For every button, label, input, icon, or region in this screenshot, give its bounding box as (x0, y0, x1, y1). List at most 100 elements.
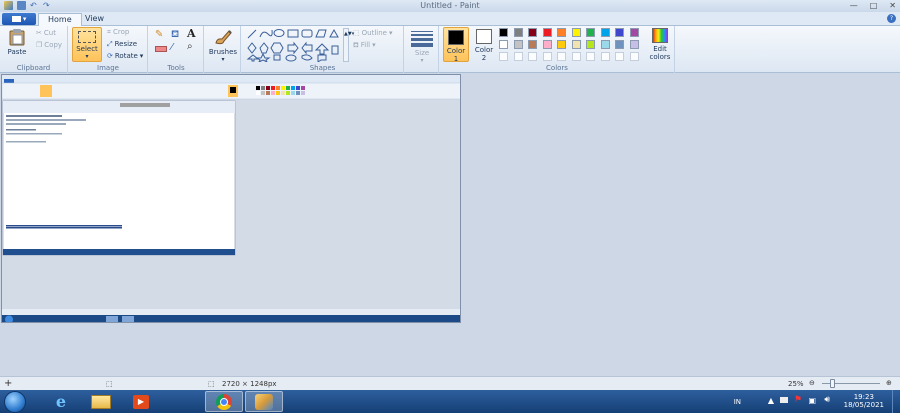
custom-color-slot[interactable] (513, 52, 523, 61)
zoom-in-button[interactable]: ⊕ (886, 379, 892, 387)
resize-icon: ⤢ (107, 40, 113, 48)
palette-swatch[interactable] (571, 40, 581, 49)
custom-color-slot[interactable] (586, 52, 595, 61)
help-icon[interactable]: ? (887, 14, 896, 23)
custom-color-slot[interactable] (557, 52, 566, 61)
outline-icon: ⬚ (353, 29, 360, 37)
ribbon-tab-row: ▾ Home View ? (0, 12, 900, 26)
taskbar: e ▶ IN ▲ ⚑ ▣ 🔊︎ 19:23 18/05/2021 (0, 390, 900, 413)
palette-swatch[interactable] (499, 28, 508, 37)
chevron-down-icon: ▾ (372, 41, 376, 49)
start-button[interactable] (4, 391, 26, 413)
color-spectrum-icon (652, 28, 668, 43)
palette-swatch[interactable] (528, 40, 537, 49)
tools-group-label: Tools (167, 64, 185, 72)
crop-button[interactable]: ⌗ Crop (107, 28, 129, 37)
custom-color-slot[interactable] (629, 52, 639, 61)
palette-swatch[interactable] (557, 28, 566, 37)
text-tool-icon[interactable]: A (187, 28, 196, 39)
crop-icon: ⌗ (107, 28, 111, 36)
ribbon: Paste ✂ Cut ❐ Copy Clipboard Select ▾ ⌗ … (0, 26, 900, 73)
shapes-gallery[interactable] (246, 28, 342, 62)
taskbar-file-explorer[interactable] (82, 391, 120, 412)
palette-swatch[interactable] (600, 28, 610, 37)
zoom-slider[interactable] (822, 379, 880, 388)
palette-swatch[interactable] (571, 28, 581, 37)
shapes-gallery-scroll[interactable]: ▲▼▾ (343, 28, 354, 62)
palette-swatch[interactable] (629, 40, 639, 49)
taskbar-media-player[interactable]: ▶ (122, 391, 160, 412)
language-indicator[interactable]: IN (734, 398, 741, 406)
zoom-slider-thumb[interactable] (829, 379, 835, 388)
show-hidden-icons[interactable]: ▲ (768, 396, 774, 405)
fill-button[interactable]: ⛾ Fill ▾ (353, 41, 376, 50)
color2-swatch (476, 29, 492, 44)
custom-color-slot[interactable] (499, 52, 508, 61)
palette-swatch[interactable] (542, 40, 552, 49)
action-center-flag-icon[interactable]: ⚑ (794, 395, 802, 405)
color2-button[interactable]: Color 2 (471, 27, 497, 62)
outline-button[interactable]: ⬚ Outline ▾ (353, 29, 392, 38)
color-picker-icon[interactable]: ⁄ (171, 43, 173, 53)
size-button[interactable]: Size ▾ (407, 28, 437, 65)
palette-swatch[interactable] (513, 28, 523, 37)
palette-swatch[interactable] (557, 40, 566, 49)
cut-button[interactable]: ✂ Cut (36, 29, 56, 38)
network-icon[interactable]: ▣ (808, 396, 816, 405)
paste-button[interactable]: Paste (3, 28, 31, 56)
taskbar-paint[interactable] (245, 391, 283, 412)
scissors-icon: ✂ (36, 29, 42, 37)
eraser-icon[interactable] (155, 46, 167, 52)
status-bar: + ⬚ ⬚ 2720 × 1248px 25% ⊖ ⊕ (0, 376, 900, 390)
volume-icon[interactable]: 🔊︎ (824, 395, 830, 405)
custom-color-slot[interactable] (600, 52, 610, 61)
palette-swatch[interactable] (513, 40, 523, 49)
title-bar: ↶ ↷ Untitled - Paint — □ ✕ (0, 0, 900, 12)
taskbar-chrome[interactable] (205, 391, 243, 412)
taskbar-internet-explorer[interactable]: e (42, 391, 80, 412)
custom-color-slot[interactable] (571, 52, 581, 61)
minimize-button[interactable]: — (850, 1, 858, 10)
magnifier-icon[interactable]: ⌕ (187, 42, 193, 52)
custom-color-slot[interactable] (542, 52, 552, 61)
maximize-button[interactable]: □ (870, 1, 878, 10)
palette-swatch[interactable] (615, 28, 624, 37)
show-desktop-button[interactable] (892, 390, 900, 413)
pencil-icon[interactable]: ✎ (155, 30, 163, 40)
file-menu-button[interactable]: ▾ (2, 13, 36, 25)
rotate-button[interactable]: ⟳ Rotate ▾ (107, 52, 143, 61)
palette-swatch[interactable] (528, 28, 537, 37)
chrome-icon (216, 393, 232, 410)
battery-icon[interactable] (780, 397, 788, 403)
tab-view[interactable]: View (76, 13, 113, 26)
clock[interactable]: 19:23 18/05/2021 (844, 393, 884, 409)
resize-button[interactable]: ⤢ Resize (107, 40, 137, 49)
clipboard-group-label: Clipboard (16, 64, 51, 72)
palette-swatch[interactable] (586, 28, 595, 37)
palette-swatch[interactable] (615, 40, 624, 49)
custom-color-slot[interactable] (615, 52, 624, 61)
color1-button[interactable]: Color 1 (443, 27, 469, 63)
palette-swatch[interactable] (586, 40, 595, 49)
zoom-out-button[interactable]: ⊖ (809, 379, 815, 387)
canvas-workspace[interactable] (0, 73, 900, 376)
edit-colors-button[interactable]: Edit colors (646, 28, 674, 61)
window-title: Untitled - Paint (420, 1, 480, 10)
media-player-icon: ▶ (133, 394, 149, 409)
close-button[interactable]: ✕ (889, 1, 896, 10)
custom-color-slot[interactable] (528, 52, 537, 61)
paintbrush-icon (215, 30, 232, 45)
palette-swatch[interactable] (600, 40, 610, 49)
copy-button[interactable]: ❐ Copy (36, 41, 62, 50)
palette-swatch[interactable] (542, 28, 552, 37)
brushes-button[interactable]: Brushes ▾ (207, 28, 239, 64)
palette-swatch[interactable] (499, 40, 508, 49)
canvas-image (2, 75, 460, 322)
size-group: Size ▾ (405, 26, 439, 73)
palette-swatch[interactable] (629, 28, 639, 37)
paint-icon (255, 393, 273, 410)
select-button[interactable]: Select ▾ (72, 27, 102, 62)
tools-group: ✎ ⛾ A ⁄ ⌕ Tools (149, 26, 204, 73)
drawing-canvas[interactable] (1, 74, 461, 323)
fill-bucket-icon[interactable]: ⛾ (171, 30, 179, 40)
